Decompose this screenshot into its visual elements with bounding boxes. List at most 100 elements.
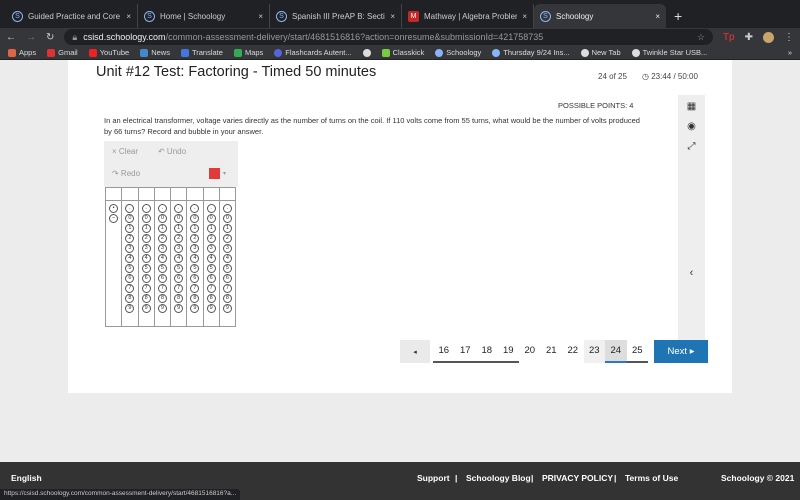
- page-23[interactable]: 23: [583, 340, 605, 363]
- support-link[interactable]: Support: [417, 473, 450, 483]
- answer-bubble[interactable]: 6: [222, 274, 232, 283]
- bookmark[interactable]: Translate: [180, 48, 223, 57]
- close-icon[interactable]: ×: [522, 12, 527, 21]
- answer-bubble[interactable]: −: [109, 214, 119, 223]
- answer-cell[interactable]: [122, 188, 138, 201]
- answer-bubble[interactable]: 8: [125, 294, 135, 303]
- answer-bubble[interactable]: 1: [174, 224, 184, 233]
- page-17[interactable]: 17: [454, 340, 476, 363]
- address-bar[interactable]: 🔒︎ csisd.schoology.com/common-assessment-…: [64, 29, 713, 45]
- answer-bubble[interactable]: 5: [206, 264, 216, 273]
- previous-button[interactable]: ◂: [400, 340, 430, 363]
- browser-tab-active[interactable]: S Schoology ×: [534, 4, 666, 28]
- answer-bubble[interactable]: 2: [174, 234, 184, 243]
- answer-bubble[interactable]: 5: [141, 264, 151, 273]
- answer-bubble[interactable]: 4: [190, 254, 200, 263]
- answer-bubble[interactable]: 9: [125, 304, 135, 313]
- avatar[interactable]: [763, 31, 774, 43]
- color-picker[interactable]: [209, 168, 220, 179]
- answer-bubble[interactable]: 0: [157, 214, 167, 223]
- answer-bubble[interactable]: .: [141, 204, 151, 213]
- answer-bubble[interactable]: 6: [206, 274, 216, 283]
- star-icon[interactable]: ☆: [697, 32, 705, 43]
- terms-link[interactable]: Terms of Use: [625, 473, 678, 483]
- redo-button[interactable]: ↷ Redo: [112, 169, 140, 178]
- close-icon[interactable]: ×: [258, 12, 263, 21]
- answer-cell[interactable]: [219, 188, 235, 201]
- page-21[interactable]: 21: [541, 340, 563, 363]
- new-tab-button[interactable]: +: [674, 8, 682, 24]
- answer-bubble[interactable]: 4: [157, 254, 167, 263]
- answer-bubble[interactable]: 5: [190, 264, 200, 273]
- answer-bubble[interactable]: 7: [125, 284, 135, 293]
- answer-bubble[interactable]: •: [109, 204, 119, 213]
- answer-bubble[interactable]: 0: [174, 214, 184, 223]
- answer-bubble[interactable]: 0: [206, 214, 216, 223]
- answer-bubble[interactable]: 3: [206, 244, 216, 253]
- answer-bubble[interactable]: 9: [190, 304, 200, 313]
- answer-bubble[interactable]: 2: [222, 234, 232, 243]
- bookmark[interactable]: Thursday 9/24 Ins...: [492, 48, 570, 57]
- answer-bubble[interactable]: 1: [206, 224, 216, 233]
- answer-cell[interactable]: [187, 188, 203, 201]
- next-button[interactable]: Next ▸: [654, 340, 708, 363]
- close-icon[interactable]: ×: [126, 12, 131, 21]
- bookmark[interactable]: Schoology: [435, 48, 481, 57]
- clear-button[interactable]: × Clear: [112, 147, 138, 156]
- answer-bubble[interactable]: 9: [157, 304, 167, 313]
- answer-bubble[interactable]: 3: [222, 244, 232, 253]
- back-icon[interactable]: ←: [6, 32, 16, 43]
- answer-bubble[interactable]: 0: [190, 214, 200, 223]
- answer-bubble[interactable]: 5: [125, 264, 135, 273]
- answer-bubble[interactable]: .: [206, 204, 216, 213]
- page-25[interactable]: 25: [626, 340, 648, 363]
- accessibility-icon[interactable]: ◉: [687, 121, 696, 132]
- browser-tab[interactable]: S Home | Schoology ×: [138, 4, 270, 28]
- answer-bubble[interactable]: 7: [141, 284, 151, 293]
- answer-bubble[interactable]: 8: [222, 294, 232, 303]
- answer-bubble[interactable]: 5: [174, 264, 184, 273]
- answer-bubble[interactable]: 8: [141, 294, 151, 303]
- answer-cell[interactable]: [138, 188, 154, 201]
- answer-cell[interactable]: [203, 188, 219, 201]
- calculator-icon[interactable]: ▦: [687, 101, 696, 112]
- answer-bubble[interactable]: 8: [206, 294, 216, 303]
- answer-bubble[interactable]: .: [222, 204, 232, 213]
- puzzle-icon[interactable]: ✚: [745, 32, 753, 43]
- answer-bubble[interactable]: 7: [174, 284, 184, 293]
- page-22[interactable]: 22: [562, 340, 584, 363]
- bookmark[interactable]: Classkick: [381, 48, 424, 57]
- answer-bubble[interactable]: 8: [174, 294, 184, 303]
- close-icon[interactable]: ×: [655, 12, 660, 21]
- answer-bubble[interactable]: 3: [157, 244, 167, 253]
- bookmark[interactable]: News: [140, 48, 170, 57]
- answer-bubble[interactable]: 9: [174, 304, 184, 313]
- answer-bubble[interactable]: 5: [157, 264, 167, 273]
- answer-bubble[interactable]: 4: [125, 254, 135, 263]
- answer-bubble[interactable]: 4: [222, 254, 232, 263]
- answer-bubble[interactable]: 6: [125, 274, 135, 283]
- answer-bubble[interactable]: 7: [222, 284, 232, 293]
- answer-bubble[interactable]: 1: [141, 224, 151, 233]
- answer-bubble[interactable]: 8: [157, 294, 167, 303]
- answer-bubble[interactable]: 4: [206, 254, 216, 263]
- browser-tab[interactable]: SGuided Practice and Core Prac×: [6, 4, 138, 28]
- page-20[interactable]: 20: [519, 340, 541, 363]
- answer-bubble[interactable]: 2: [125, 234, 135, 243]
- expand-icon[interactable]: ⤢: [688, 141, 696, 152]
- menu-icon[interactable]: ⋮: [784, 32, 794, 43]
- answer-bubble[interactable]: 8: [190, 294, 200, 303]
- browser-tab[interactable]: SSpanish III PreAP B: Section 90×: [270, 4, 402, 28]
- answer-bubble[interactable]: 5: [222, 264, 232, 273]
- answer-bubble[interactable]: 3: [174, 244, 184, 253]
- privacy-link[interactable]: PRIVACY POLICY: [542, 473, 613, 483]
- page-16[interactable]: 16: [433, 340, 455, 363]
- bookmark[interactable]: Maps: [233, 48, 263, 57]
- page-19[interactable]: 19: [497, 340, 519, 363]
- answer-bubble[interactable]: 0: [125, 214, 135, 223]
- extension-icon[interactable]: Tp: [723, 32, 735, 43]
- forward-icon[interactable]: →: [26, 32, 36, 43]
- answer-cell[interactable]: [171, 188, 187, 201]
- answer-bubble[interactable]: 0: [141, 214, 151, 223]
- language-link[interactable]: English: [11, 473, 42, 483]
